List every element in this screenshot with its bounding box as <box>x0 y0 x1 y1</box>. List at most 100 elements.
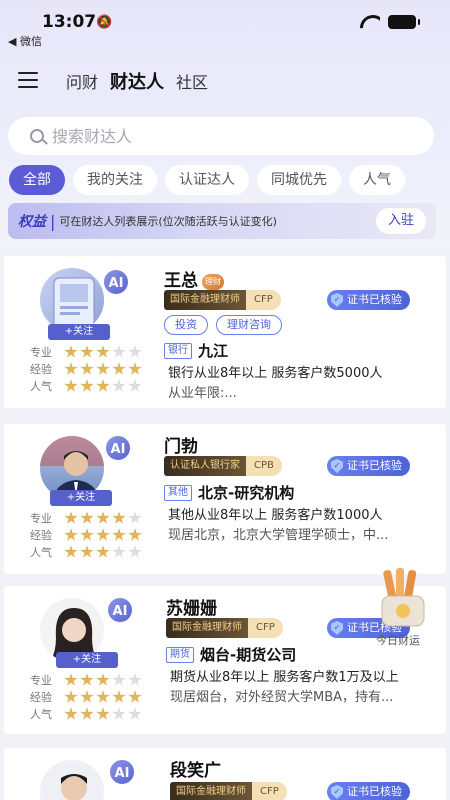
search-bar[interactable] <box>8 117 434 155</box>
filter-certified[interactable]: 认证达人 <box>165 165 249 195</box>
star-icon <box>128 690 142 703</box>
ai-badge[interactable]: AI <box>108 758 136 786</box>
star-icon <box>112 707 126 720</box>
avatar[interactable] <box>38 758 106 800</box>
wifi-icon <box>360 15 380 29</box>
star-icon <box>80 673 94 686</box>
verified-badge: ✓ 证书已核验 <box>327 290 410 310</box>
star-icon <box>80 345 94 358</box>
rating-popularity: 人气 <box>30 544 144 560</box>
status-bar: 13:07 🔕 ◀ 微信 <box>0 0 450 50</box>
filter-nearby[interactable]: 同城优先 <box>257 165 341 195</box>
star-icon <box>128 511 142 524</box>
star-icon <box>80 362 94 375</box>
benefits-banner: 权益 | 可在财达人列表展示(位次随活跃与认证变化) 入驻 <box>8 203 436 239</box>
org-text: 北京-研究机构 <box>198 484 295 502</box>
advisor-name: 苏姗姗 <box>166 599 217 619</box>
certificate-label: 国际金融理财师 <box>170 782 252 800</box>
follow-button[interactable]: +关注 <box>48 324 110 340</box>
star-icon <box>128 379 142 392</box>
ai-badge[interactable]: AI <box>102 268 130 296</box>
experience-summary: 银行从业8年以上 服务客户数5000人 <box>168 366 383 381</box>
star-icon <box>80 545 94 558</box>
shield-check-icon: ✓ <box>331 459 343 473</box>
certificate-code: CFP <box>248 618 283 638</box>
advisor-card[interactable]: AI 段笑广 国际金融理财师 CFP ✓ 证书已核验 <box>4 748 446 800</box>
daily-fortune-label: 今日财运 <box>376 634 420 647</box>
menu-icon[interactable] <box>18 72 38 88</box>
rating-label: 专业 <box>30 512 52 525</box>
star-icon <box>112 379 126 392</box>
star-icon <box>128 673 142 686</box>
star-icon <box>80 511 94 524</box>
advisor-name: 门勃 <box>164 437 198 457</box>
star-icon <box>96 362 110 375</box>
shield-check-icon: ✓ <box>331 621 343 635</box>
follow-button[interactable]: +关注 <box>56 652 118 668</box>
search-icon <box>30 129 44 143</box>
banner-text: 可在财达人列表展示(位次随活跃与认证变化) <box>59 215 277 228</box>
star-icon <box>64 379 78 392</box>
mute-bell-icon: 🔕 <box>96 15 113 30</box>
organization: 其他 北京-研究机构 <box>164 482 294 503</box>
verified-badge: ✓ 证书已核验 <box>327 782 410 800</box>
rating-popularity: 人气 <box>30 378 144 394</box>
star-icon <box>112 345 126 358</box>
top-nav: 问财 财达人 社区 <box>0 62 450 96</box>
tab-caidaren[interactable]: 财达人 <box>110 68 164 94</box>
star-icon <box>112 362 126 375</box>
search-input[interactable] <box>52 126 352 146</box>
filter-following[interactable]: 我的关注 <box>73 165 157 195</box>
star-icon <box>80 707 94 720</box>
rating-experience: 经验 <box>30 361 144 377</box>
star-icon <box>96 379 110 392</box>
filter-all[interactable]: 全部 <box>9 165 65 195</box>
star-icon <box>80 379 94 392</box>
daily-fortune-widget[interactable]: 今日财运 <box>372 566 434 650</box>
bio-snippet: 现居烟台，对外经贸大学MBA，持有... <box>170 690 394 705</box>
star-icon <box>96 545 110 558</box>
back-to-wechat[interactable]: ◀ 微信 <box>8 33 42 49</box>
star-icon <box>96 707 110 720</box>
star-icon <box>80 690 94 703</box>
ai-badge[interactable]: AI <box>106 596 134 624</box>
rating-label: 经验 <box>30 691 52 704</box>
tag-item: 理财咨询 <box>216 315 282 335</box>
star-icon <box>96 511 110 524</box>
star-icon <box>96 345 110 358</box>
star-icon <box>64 707 78 720</box>
verified-text: 证书已核验 <box>347 293 402 306</box>
filter-popular[interactable]: 人气 <box>349 165 405 195</box>
join-button[interactable]: 入驻 <box>375 208 426 234</box>
tag-item: 投资 <box>164 315 208 335</box>
rating-label: 人气 <box>30 380 52 393</box>
star-icon <box>64 362 78 375</box>
star-icon <box>64 690 78 703</box>
tab-community[interactable]: 社区 <box>176 69 208 93</box>
ai-badge[interactable]: AI <box>104 434 132 462</box>
org-text: 九江 <box>198 342 229 360</box>
rating-label: 经验 <box>30 529 52 542</box>
star-icon <box>128 528 142 541</box>
star-icon <box>96 528 110 541</box>
star-icon <box>128 545 142 558</box>
rating-label: 专业 <box>30 346 52 359</box>
advisor-card[interactable]: AI +关注 专业 经验 人气 王总 理财 国际金融理财师 CFP ✓ 证书已核验 投… <box>4 256 446 408</box>
tab-wencai[interactable]: 问财 <box>66 69 98 93</box>
banner-title: 权益 <box>18 214 46 230</box>
org-text: 烟台-期货公司 <box>200 646 297 664</box>
money-jar-icon <box>381 568 425 627</box>
organization: 银行 九江 <box>164 340 228 361</box>
rating-popularity: 人气 <box>30 706 144 722</box>
star-icon <box>112 545 126 558</box>
experience-summary: 其他从业8年以上 服务客户数1000人 <box>168 508 383 523</box>
org-type-tag: 银行 <box>164 342 192 359</box>
star-icon <box>80 528 94 541</box>
battery-icon <box>388 15 420 29</box>
certificate-code: CFP <box>252 782 287 800</box>
follow-button[interactable]: +关注 <box>50 490 112 506</box>
advisor-name-text: 王总 <box>164 271 198 291</box>
rating-professional: 专业 <box>30 344 144 360</box>
advisor-card[interactable]: AI +关注 专业 经验 人气 门勃 认证私人银行家 CPB ✓ 证书已核验 其他北… <box>4 424 446 574</box>
star-icon <box>112 528 126 541</box>
